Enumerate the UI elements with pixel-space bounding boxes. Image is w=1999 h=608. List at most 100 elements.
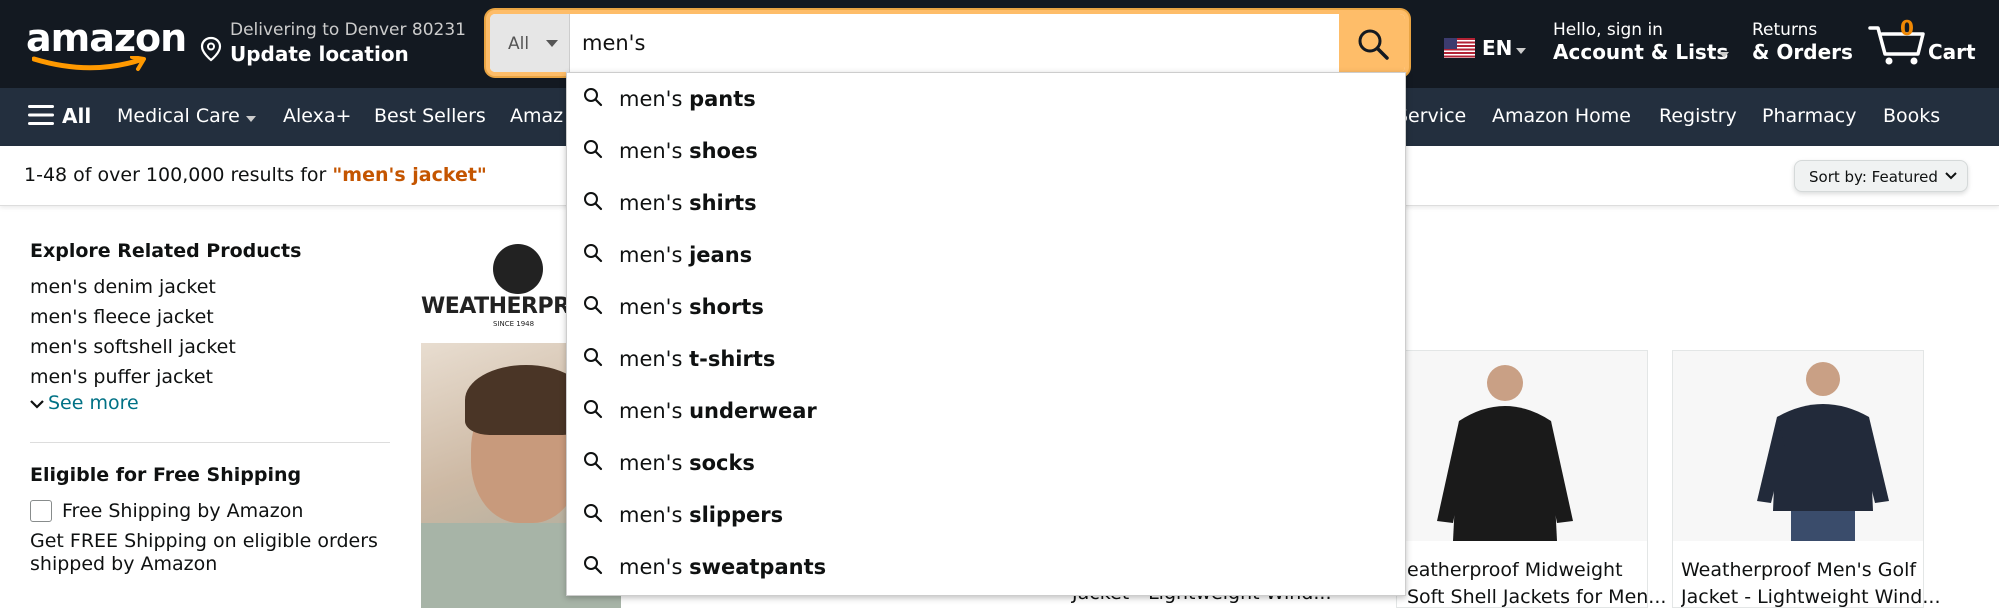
nav-amazon-partial[interactable]: Amaz	[510, 105, 563, 127]
nav-registry[interactable]: Registry	[1659, 105, 1737, 127]
caret-down-icon	[1719, 52, 1729, 58]
suggestion-suffix: sweatpants	[689, 555, 827, 579]
related-link[interactable]: men's puffer jacket	[30, 366, 213, 388]
suggestion-item[interactable]: men's t-shirts	[567, 333, 1405, 385]
suggestion-item[interactable]: men's slippers	[567, 489, 1405, 541]
product-image[interactable]	[1397, 351, 1647, 541]
nav-best-sellers[interactable]: Best Sellers	[374, 105, 486, 127]
suggestion-suffix: socks	[689, 451, 755, 475]
related-link[interactable]: men's fleece jacket	[30, 306, 214, 328]
results-summary: 1-48 of over 100,000 results for "men's …	[24, 164, 487, 186]
suggestion-prefix: men's	[619, 191, 690, 215]
orders-label: & Orders	[1752, 40, 1853, 64]
chevron-down-icon	[30, 399, 44, 409]
related-link[interactable]: men's denim jacket	[30, 276, 216, 298]
caret-down-icon	[1516, 48, 1526, 54]
see-more-label: See more	[48, 392, 139, 414]
nav-amazon-home[interactable]: Amazon Home	[1492, 105, 1631, 127]
returns-label: Returns	[1752, 20, 1818, 40]
search-icon	[584, 348, 603, 367]
suggestion-item[interactable]: men's shirts	[567, 177, 1405, 229]
product-card[interactable]: Weatherproof Men's Golf Jacket - Lightwei…	[1672, 350, 1940, 608]
suggestion-suffix: shorts	[689, 295, 764, 319]
suggestion-suffix: pants	[689, 87, 756, 111]
free-shipping-note: Get FREE Shipping on eligible orders shi…	[30, 530, 378, 575]
suggestion-item[interactable]: men's jeans	[567, 229, 1405, 281]
account-label: Account & Lists	[1553, 40, 1729, 64]
amazon-logo[interactable]: amazon	[26, 16, 187, 74]
suggestion-prefix: men's	[619, 139, 690, 163]
search-icon	[584, 400, 603, 419]
suggestion-text: men's socks	[619, 451, 755, 475]
suggestion-suffix: jeans	[689, 243, 753, 267]
suggestion-item[interactable]: men's pants	[567, 73, 1405, 125]
caret-down-icon	[246, 116, 256, 122]
cart-label: Cart	[1928, 40, 1976, 64]
sort-value: Featured	[1871, 168, 1938, 186]
sort-dropdown[interactable]: Sort by: Featured	[1794, 160, 1968, 192]
search-bar: All	[486, 10, 1409, 76]
free-shipping-label[interactable]: Free Shipping by Amazon	[62, 500, 303, 522]
product-title[interactable]: Weatherproof Men's Golf Jacket - Lightwei…	[1681, 557, 1946, 608]
product-title-line: Jacket - Lightweight Wind...	[1681, 586, 1941, 608]
product-title[interactable]: eatherproof Midweight Soft Shell Jackets …	[1407, 557, 1672, 608]
search-icon	[584, 140, 603, 159]
sort-by-label: Sort by:	[1809, 168, 1867, 186]
smile-arrow-icon	[32, 56, 146, 71]
cart-count: 0	[1900, 16, 1914, 40]
free-shipping-checkbox[interactable]	[30, 500, 52, 522]
suggestion-item[interactable]: men's underwear	[567, 385, 1405, 437]
product-card[interactable]: eatherproof Midweight Soft Shell Jackets …	[1396, 350, 1666, 608]
suggestion-text: men's shorts	[619, 295, 764, 319]
caret-down-icon	[546, 40, 558, 47]
sort-label: Sort by: Featured	[1809, 168, 1938, 186]
search-suggestions-dropdown: men's pants men's shoes men's shirts men…	[566, 72, 1406, 596]
results-query: "men's jacket"	[332, 164, 487, 186]
suggestion-text: men's underwear	[619, 399, 817, 423]
cart-icon	[1868, 26, 1925, 65]
product-title-line: Soft Shell Jackets for Men...	[1407, 586, 1667, 608]
suggestion-item[interactable]: men's shorts	[567, 281, 1405, 333]
suggestion-suffix: shirts	[689, 191, 757, 215]
suggestion-text: men's jeans	[619, 243, 752, 267]
free-shipping-heading: Eligible for Free Shipping	[30, 464, 302, 486]
nav-books[interactable]: Books	[1883, 105, 1940, 127]
suggestion-item[interactable]: men's sweatpants	[567, 541, 1405, 593]
update-location-label: Update location	[230, 42, 409, 66]
logo-text: amazon	[26, 16, 187, 60]
suggestion-text: men's sweatpants	[619, 555, 826, 579]
product-title-line: Weatherproof Men's Golf	[1681, 559, 1917, 581]
cart-button[interactable]: 0 Cart	[1868, 14, 1988, 70]
nav-alexa-plus[interactable]: Alexa+	[283, 105, 351, 127]
chevron-down-icon	[1945, 172, 1957, 180]
account-greeting: Hello, sign in	[1553, 20, 1663, 40]
suggestion-item[interactable]: men's socks	[567, 437, 1405, 489]
language-code: EN	[1482, 36, 1513, 60]
location-pin-icon	[200, 36, 222, 62]
suggestion-text: men's pants	[619, 87, 756, 111]
suggestion-text: men's shirts	[619, 191, 757, 215]
nav-pharmacy[interactable]: Pharmacy	[1762, 105, 1856, 127]
suggestion-prefix: men's	[619, 555, 690, 579]
suggestion-item[interactable]: men's shoes	[567, 125, 1405, 177]
suggestion-suffix: t-shirts	[689, 347, 776, 371]
suggestion-text: men's shoes	[619, 139, 758, 163]
jacket-image-icon	[1757, 362, 1889, 541]
suggestion-text: men's t-shirts	[619, 347, 775, 371]
suggestion-suffix: shoes	[689, 139, 758, 163]
search-input[interactable]	[570, 14, 1340, 72]
suggestion-suffix: slippers	[689, 503, 784, 527]
search-category-dropdown[interactable]: All	[490, 14, 570, 72]
lighthouse-emblem-icon	[493, 244, 543, 294]
brand-logo[interactable]: WEATHERPR SINCE 1948	[421, 244, 581, 328]
all-menu-button[interactable]: All	[28, 104, 91, 130]
nav-customer-service[interactable]: Service	[1396, 105, 1466, 127]
see-more-link[interactable]: See more	[30, 392, 139, 414]
product-image[interactable]	[1673, 351, 1923, 541]
product-title-line: eatherproof Midweight	[1407, 559, 1623, 581]
suggestion-prefix: men's	[619, 451, 690, 475]
search-button[interactable]	[1339, 14, 1405, 72]
suggestion-prefix: men's	[619, 243, 690, 267]
nav-medical-care[interactable]: Medical Care	[117, 105, 240, 127]
related-link[interactable]: men's softshell jacket	[30, 336, 236, 358]
